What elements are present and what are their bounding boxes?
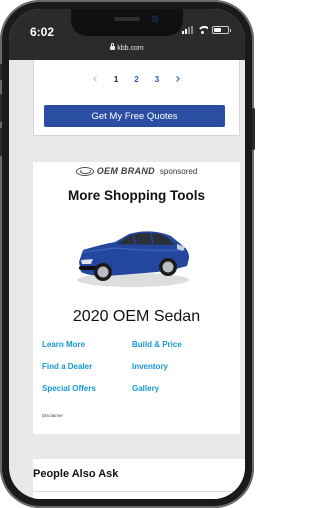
mute-switch — [0, 64, 2, 80]
chevron-right-icon[interactable]: › — [175, 72, 181, 86]
status-time: 6:02 — [30, 25, 55, 39]
status-bar: 6:02 kbb.com — [9, 9, 245, 60]
gallery-link[interactable]: Gallery — [132, 384, 222, 394]
screen: 6:02 kbb.com ‹ 1 2 3 › Get My Free Quote… — [9, 9, 245, 499]
volume-down-button — [0, 128, 2, 156]
find-a-dealer-link[interactable]: Find a Dealer — [42, 362, 132, 372]
vehicle-name: 2020 OEM Sedan — [72, 308, 201, 325]
pagination: ‹ 1 2 3 › — [34, 72, 239, 86]
phone-frame: 6:02 kbb.com ‹ 1 2 3 › Get My Free Quote… — [0, 0, 255, 508]
tools-links: Learn More Build & Price Find a Dealer I… — [42, 340, 232, 394]
speaker-grille — [114, 17, 140, 21]
sponsored-label: sponsored — [159, 166, 198, 176]
build-and-price-link[interactable]: Build & Price — [132, 340, 222, 350]
brand-logo-icon — [75, 166, 94, 176]
signal-icon — [182, 26, 193, 34]
chevron-left-icon[interactable]: ‹ — [92, 72, 98, 86]
learn-more-link[interactable]: Learn More — [42, 340, 132, 350]
camera-icon — [151, 15, 159, 23]
status-icons — [182, 26, 231, 34]
disclaimer-link[interactable]: Disclaimer — [42, 413, 63, 418]
volume-up-button — [0, 94, 2, 122]
url-text: kbb.com — [117, 45, 144, 52]
inventory-link[interactable]: Inventory — [132, 362, 222, 372]
sponsor-row: OEM BRAND sponsored — [33, 166, 240, 176]
lock-icon — [110, 43, 116, 50]
get-free-quotes-button[interactable]: Get My Free Quotes — [44, 105, 225, 127]
car-image — [77, 231, 189, 287]
special-offers-link[interactable]: Special Offers — [42, 384, 132, 394]
people-also-ask-title: People Also Ask — [33, 468, 119, 480]
divider — [33, 491, 245, 492]
page-1[interactable]: 1 — [114, 75, 118, 84]
quote-card: ‹ 1 2 3 › Get My Free Quotes — [33, 60, 240, 136]
notch — [71, 9, 183, 36]
page-2[interactable]: 2 — [134, 75, 138, 84]
brand-name: OEM BRAND — [96, 166, 155, 176]
battery-icon — [212, 26, 231, 34]
power-button — [252, 108, 255, 150]
page-3[interactable]: 3 — [155, 75, 159, 84]
address-bar[interactable]: kbb.com — [9, 43, 245, 52]
shopping-tools-card: OEM BRAND sponsored More Shopping Tools … — [33, 162, 240, 434]
people-also-ask-section: People Also Ask — [33, 459, 245, 499]
wifi-icon — [197, 26, 208, 34]
tools-title: More Shopping Tools — [68, 188, 205, 203]
